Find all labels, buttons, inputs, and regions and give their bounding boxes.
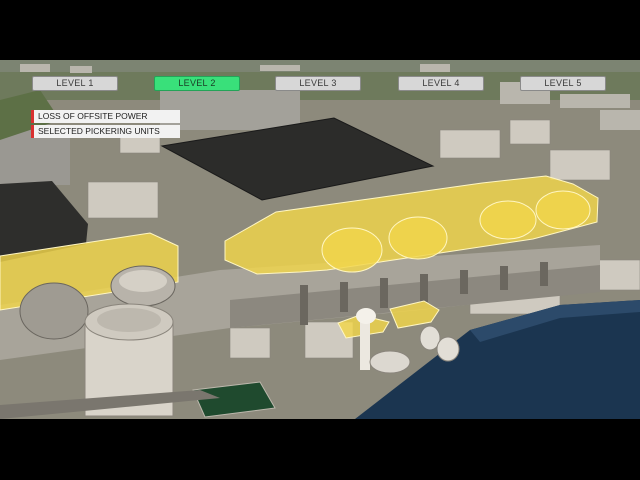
level-4-tab[interactable]: LEVEL 4 — [398, 76, 484, 91]
legend-swatch — [31, 125, 34, 138]
legend-item-loss-of-offsite-power: LOSS OF OFFSITE POWER — [31, 110, 180, 123]
level-3-tab[interactable]: LEVEL 3 — [275, 76, 361, 91]
legend-label: SELECTED PICKERING UNITS — [38, 126, 160, 136]
legend-item-selected-units: SELECTED PICKERING UNITS — [31, 125, 180, 138]
legend-swatch — [31, 110, 34, 123]
legend: LOSS OF OFFSITE POWER SELECTED PICKERING… — [31, 110, 180, 140]
legend-label: LOSS OF OFFSITE POWER — [38, 111, 148, 121]
level-selector: LEVEL 1 LEVEL 2 LEVEL 3 LEVEL 4 LEVEL 5 — [0, 76, 640, 94]
level-5-tab[interactable]: LEVEL 5 — [520, 76, 606, 91]
level-1-tab[interactable]: LEVEL 1 — [32, 76, 118, 91]
level-2-tab[interactable]: LEVEL 2 — [154, 76, 240, 91]
